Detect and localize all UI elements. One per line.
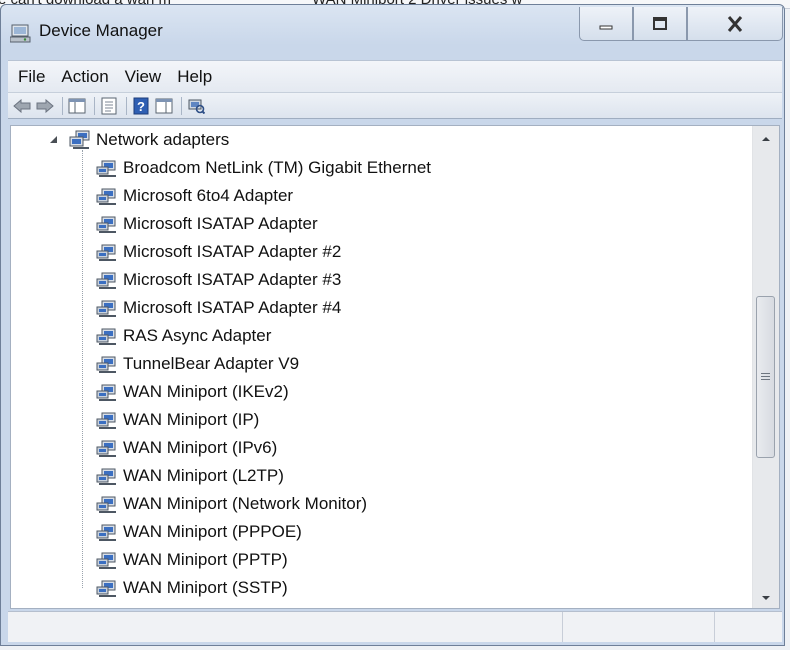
- tree-item-label: Broadcom NetLink (TM) Gigabit Ethernet: [123, 158, 432, 177]
- network-adapter-icon: [96, 580, 116, 597]
- back-icon: [13, 98, 31, 113]
- network-adapter-icon: [96, 524, 116, 541]
- menu-action[interactable]: Action: [53, 61, 116, 93]
- back-button[interactable]: [12, 96, 32, 116]
- help-button[interactable]: ?: [131, 96, 151, 116]
- show-hide-console-tree-icon: [68, 98, 86, 113]
- scroll-up-icon: [762, 137, 770, 141]
- scroll-down-button[interactable]: [753, 588, 779, 608]
- toolbar: ?: [8, 92, 782, 119]
- scroll-down-icon: [762, 596, 770, 600]
- status-pane-middle: [563, 612, 715, 642]
- minimize-button[interactable]: [579, 7, 633, 41]
- toolbar-separator: [181, 96, 182, 115]
- tree-item-label: RAS Async Adapter: [123, 326, 272, 345]
- network-adapter-icon: [96, 272, 116, 289]
- network-adapter-icon: [96, 440, 116, 457]
- forward-icon: [36, 98, 54, 113]
- network-adapters-icon: [69, 130, 90, 149]
- tree-item-label: WAN Miniport (IP): [123, 410, 260, 429]
- scrollbar-grip-icon: [761, 373, 770, 381]
- menu-help[interactable]: Help: [169, 61, 220, 93]
- title-bar[interactable]: Device Manager: [1, 5, 784, 53]
- scan-hardware-icon: [188, 99, 205, 114]
- menu-view[interactable]: View: [117, 61, 170, 93]
- status-bar: [8, 611, 782, 642]
- tree-item-label: WAN Miniport (SSTP): [123, 578, 288, 597]
- toolbar-separator: [94, 96, 95, 115]
- svg-text:?: ?: [137, 99, 145, 114]
- tree-item-label: Microsoft ISATAP Adapter #4: [123, 298, 342, 317]
- device-manager-icon: [10, 24, 31, 43]
- tree-item-label: WAN Miniport (Network Monitor): [123, 494, 368, 513]
- network-adapter-icon: [96, 188, 116, 205]
- network-adapter-icon: [96, 356, 116, 373]
- tree-item-label: Microsoft 6to4 Adapter: [123, 186, 294, 205]
- tree-item-label: WAN Miniport (L2TP): [123, 466, 284, 485]
- tree-connector-line: [82, 150, 83, 588]
- tree-item-label: Microsoft ISATAP Adapter: [123, 214, 318, 233]
- device-manager-window: Device Manager File Action View Help ? N…: [0, 4, 785, 646]
- tree-item-label: WAN Miniport (IPv6): [123, 438, 278, 457]
- scan-hardware-button[interactable]: [186, 96, 206, 116]
- close-icon: [727, 15, 743, 32]
- tree-item-label: Microsoft ISATAP Adapter #2: [123, 242, 342, 261]
- scrollbar-thumb[interactable]: [756, 296, 775, 458]
- collapse-expander-icon[interactable]: [49, 135, 58, 144]
- toolbar-separator: [62, 96, 63, 115]
- status-pane-right: [715, 612, 782, 642]
- scroll-up-button[interactable]: [753, 129, 779, 149]
- vertical-scrollbar[interactable]: [752, 126, 779, 608]
- action-pane-icon: [155, 98, 173, 113]
- tree-item-label: Microsoft ISATAP Adapter #3: [123, 270, 342, 289]
- network-adapter-icon: [96, 412, 116, 429]
- tree-item-label: WAN Miniport (PPTP): [123, 550, 288, 569]
- action-pane-button[interactable]: [154, 96, 174, 116]
- minimize-icon: [599, 25, 613, 29]
- status-pane-main: [8, 612, 563, 642]
- close-button[interactable]: [687, 7, 783, 41]
- tree-item-label: WAN Miniport (IKEv2): [123, 382, 289, 401]
- menu-file[interactable]: File: [8, 61, 53, 93]
- tree-item-label: TunnelBear Adapter V9: [123, 354, 300, 373]
- forward-button[interactable]: [35, 96, 55, 116]
- tree-category-label: Network adapters: [96, 130, 230, 149]
- network-adapter-icon: [96, 328, 116, 345]
- device-tree[interactable]: Network adapters Broadcom NetLink (TM) G…: [10, 125, 780, 609]
- network-adapter-icon: [96, 468, 116, 485]
- network-adapter-icon: [96, 496, 116, 513]
- network-adapter-icon: [96, 160, 116, 177]
- maximize-button[interactable]: [633, 7, 687, 41]
- show-hide-console-tree-button[interactable]: [67, 96, 87, 116]
- toolbar-separator: [126, 96, 127, 115]
- network-adapter-icon: [96, 384, 116, 401]
- tree-item-label: WAN Miniport (PPPOE): [123, 522, 302, 541]
- menu-bar: File Action View Help: [8, 60, 782, 93]
- properties-icon: [101, 97, 117, 114]
- network-adapter-icon: [96, 216, 116, 233]
- device-tree-content: Network adapters Broadcom NetLink (TM) G…: [11, 126, 755, 608]
- help-icon: ?: [133, 97, 149, 114]
- maximize-icon: [653, 16, 667, 30]
- network-adapter-icon: [96, 300, 116, 317]
- network-adapter-icon: [96, 552, 116, 569]
- window-title: Device Manager: [39, 21, 163, 40]
- properties-button[interactable]: [99, 96, 119, 116]
- network-adapter-icon: [96, 244, 116, 261]
